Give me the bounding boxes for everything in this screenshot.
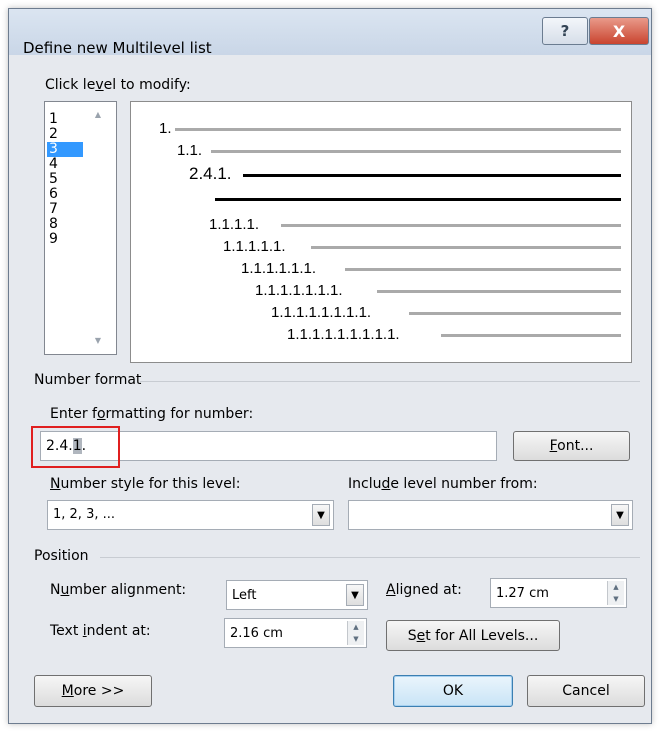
text-indent-spinner[interactable]: ▲ ▼ [347,621,364,645]
list-item[interactable]: 7 [47,202,83,217]
number-style-label: Number style for this level: [50,476,241,492]
number-format-heading: Number format [34,372,142,388]
highlight-box [31,426,120,468]
dialog-title: Define new Multilevel list [23,39,212,57]
levels-list[interactable]: 1 2 3 4 5 6 7 8 9 ▲ ▼ [44,101,117,355]
aligned-at-value: 1.27 cm [496,586,549,601]
text-indent-field[interactable]: 2.16 cm ▲ ▼ [224,618,367,648]
preview-number: 1.1.1.1.1.1.1. [255,282,343,299]
help-icon: ? [560,22,570,40]
spin-down-icon[interactable]: ▼ [608,593,624,605]
list-item[interactable]: 1 [47,112,83,127]
preview-line [311,246,621,249]
number-alignment-value: Left [232,588,257,603]
divider [100,557,640,558]
preview-line [441,334,621,337]
spin-up-icon[interactable]: ▲ [348,621,364,633]
preview-line [345,268,621,271]
list-item[interactable]: 6 [47,187,83,202]
position-heading: Position [34,548,89,564]
include-level-label: Include level number from: [348,476,538,492]
chevron-down-icon[interactable]: ▼ [346,584,364,606]
preview-number: 1.1.1.1.1.1.1.1. [271,304,372,321]
spin-down-icon[interactable]: ▼ [348,633,364,645]
spin-up-icon[interactable]: ▲ [608,581,624,593]
preview-line-current [243,174,621,177]
list-item[interactable]: 5 [47,172,83,187]
font-button[interactable]: Font... [513,431,630,461]
aligned-at-field[interactable]: 1.27 cm ▲ ▼ [490,578,627,608]
preview-number: 1.1. [177,142,203,159]
preview-number: 1.1.1.1.1.1.1.1.1. [287,326,400,343]
enter-format-label: Enter formatting for number: [50,406,254,422]
preview-number-current: 2.4.1. [189,164,232,183]
preview-line [409,312,621,315]
ok-button[interactable]: OK [393,675,513,707]
chevron-down-icon[interactable]: ▼ [312,504,330,526]
cancel-button[interactable]: Cancel [527,675,645,707]
close-icon: X [612,21,626,41]
list-item[interactable]: 8 [47,217,83,232]
list-item[interactable]: 9 [47,232,83,247]
list-item[interactable]: 2 [47,127,83,142]
include-level-select[interactable]: ▼ [348,500,633,530]
preview-line [175,128,621,131]
chevron-down-icon[interactable]: ▼ [611,504,629,526]
list-item[interactable]: 4 [47,157,83,172]
preview-number: 1.1.1.1. [209,216,260,233]
preview-number: 1. [159,120,172,137]
levels-label: Click level to modify: [45,77,191,93]
preview-number: 1.1.1.1.1.1. [241,260,317,277]
preview-line [377,290,621,293]
preview-number: 1.1.1.1.1. [223,238,286,255]
more-button[interactable]: More >> [34,675,152,707]
text-indent-value: 2.16 cm [230,626,283,641]
preview-line [281,224,621,227]
number-alignment-label: Number alignment: [50,582,187,598]
title-bar[interactable]: Define new Multilevel list ? X [9,9,651,57]
help-button[interactable]: ? [542,17,588,45]
list-item-selected[interactable]: 3 [47,142,83,157]
aligned-at-spinner[interactable]: ▲ ▼ [607,581,624,605]
number-style-select[interactable]: 1, 2, 3, ... ▼ [47,500,334,530]
scroll-down-icon[interactable]: ▼ [93,336,103,345]
aligned-at-label: Aligned at: [386,582,462,598]
divider [140,381,640,382]
close-button[interactable]: X [589,17,649,45]
number-style-value: 1, 2, 3, ... [53,507,116,522]
scroll-up-icon[interactable]: ▲ [93,110,103,119]
number-alignment-select[interactable]: Left ▼ [226,580,368,610]
preview-line [211,150,621,153]
text-indent-label: Text indent at: [50,623,151,639]
preview-line-current [215,198,621,201]
set-for-all-levels-button[interactable]: Set for All Levels... [386,620,560,651]
level-preview: 1. 1.1. 2.4.1. 1.1.1.1. 1.1.1.1.1. 1.1.1… [130,101,632,363]
